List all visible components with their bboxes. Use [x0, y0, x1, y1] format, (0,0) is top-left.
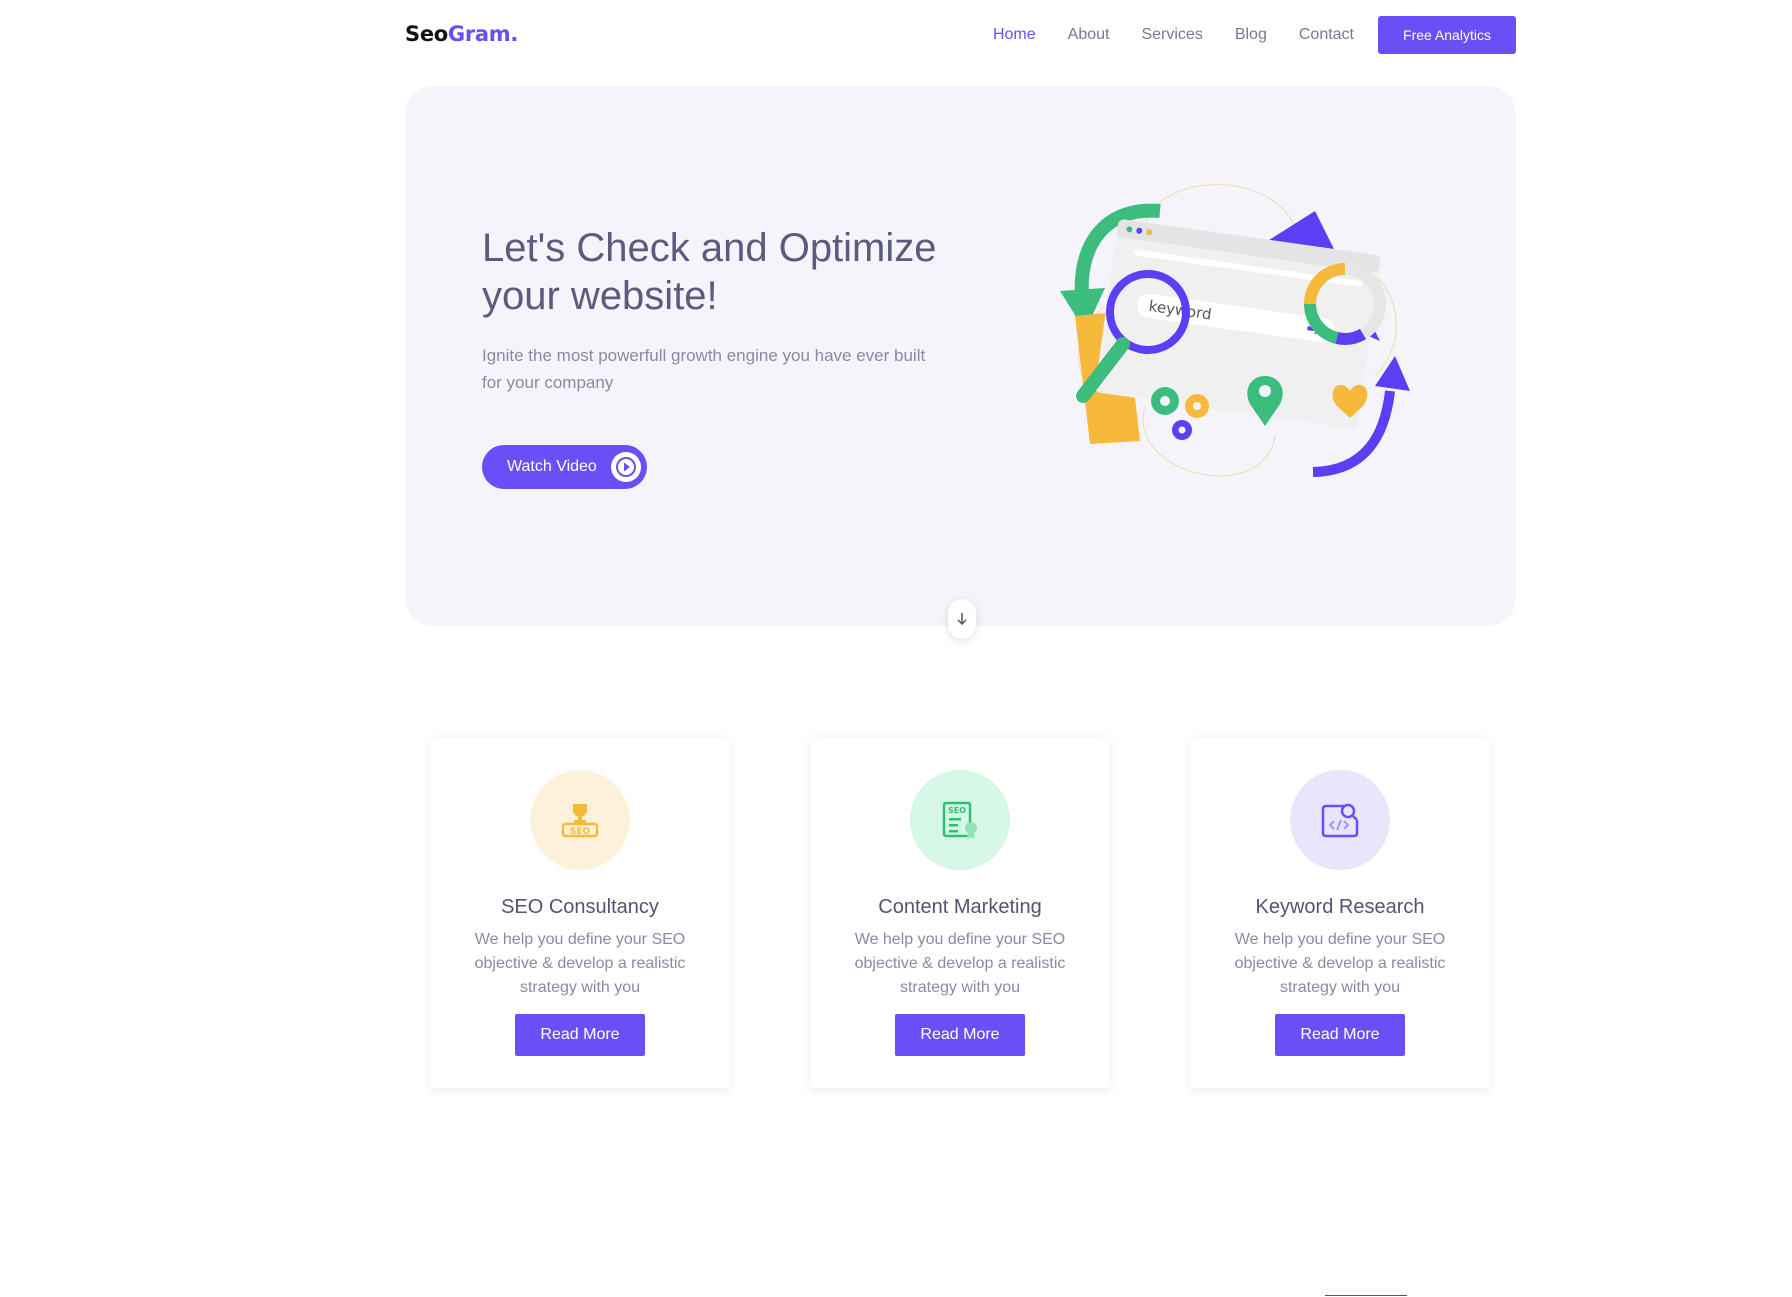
service-description: We help you define your SEO objective & … — [1234, 931, 1446, 996]
hero-section: Let's Check and Optimize your website! I… — [405, 86, 1516, 639]
seo-trophy-icon: SEO — [530, 770, 630, 870]
nav-link-about[interactable]: About — [1068, 26, 1110, 44]
read-more-button[interactable]: Read More — [895, 1014, 1025, 1056]
watch-video-label: Watch Video — [507, 458, 597, 475]
service-card-keyword-research: Keyword Research We help you define your… — [1190, 738, 1490, 1088]
scroll-down-button[interactable] — [948, 599, 976, 639]
nav-link-contact[interactable]: Contact — [1299, 26, 1354, 44]
service-description: We help you define your SEO objective & … — [854, 931, 1066, 996]
arrow-down-icon — [957, 613, 967, 626]
free-analytics-button[interactable]: Free Analytics — [1378, 16, 1516, 54]
nav-link-services[interactable]: Services — [1141, 26, 1202, 44]
service-card-content-marketing: SEO Content Marketing We help you define… — [810, 738, 1110, 1088]
service-card-seo-consultancy: SEO SEO Consultancy We help you define y… — [430, 738, 730, 1088]
nav-menu: Home About Services Blog Contact — [993, 16, 1354, 54]
logo-text-gram: Gram. — [447, 22, 519, 46]
svg-text:SEO: SEO — [948, 806, 966, 815]
read-more-button[interactable]: Read More — [515, 1014, 645, 1056]
seo-document-icon: SEO — [910, 770, 1010, 870]
hero-title: Let's Check and Optimize your website! — [482, 226, 937, 318]
seo-illustration: keyword — [1045, 176, 1465, 526]
service-title: Keyword Research — [1255, 896, 1425, 918]
watch-video-button[interactable]: Watch Video — [482, 445, 647, 489]
top-nav: SeoGram. Home About Services Blog Contac… — [405, 16, 1516, 56]
service-title: SEO Consultancy — [501, 896, 659, 918]
nav-link-home[interactable]: Home — [993, 26, 1036, 44]
service-description: We help you define your SEO objective & … — [474, 931, 686, 996]
play-icon — [611, 452, 641, 482]
divider — [1325, 1295, 1407, 1296]
service-title: Content Marketing — [878, 896, 1042, 918]
code-search-icon — [1290, 770, 1390, 870]
svg-text:SEO: SEO — [570, 827, 591, 837]
brand-logo[interactable]: SeoGram. — [405, 22, 518, 46]
nav-link-blog[interactable]: Blog — [1235, 26, 1267, 44]
hero-subtitle: Ignite the most powerfull growth engine … — [482, 346, 926, 392]
read-more-button[interactable]: Read More — [1275, 1014, 1405, 1056]
logo-text-seo: Seo — [405, 22, 448, 46]
